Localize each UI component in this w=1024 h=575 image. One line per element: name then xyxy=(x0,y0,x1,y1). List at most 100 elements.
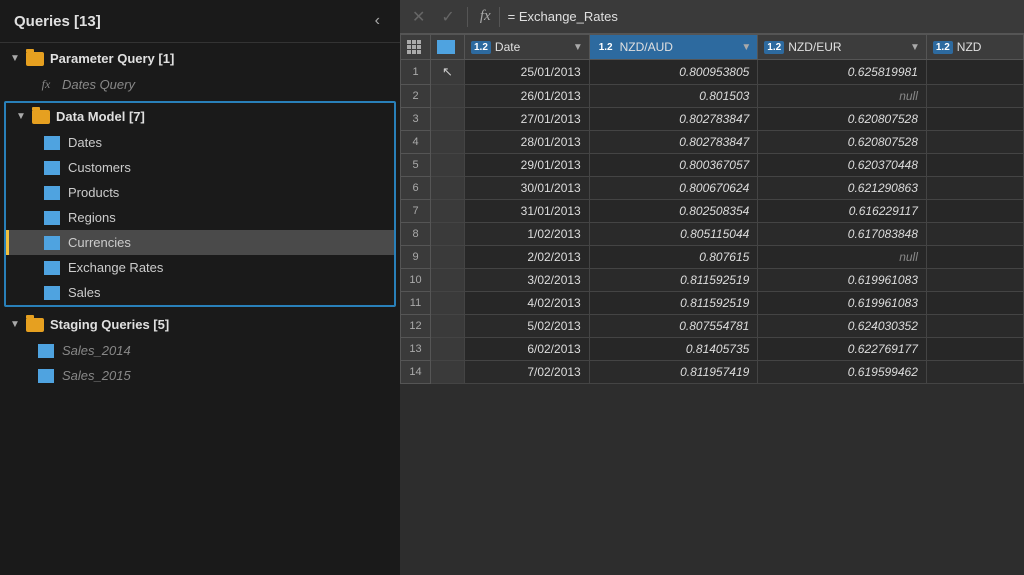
date-cell: 30/01/2013 xyxy=(465,177,590,200)
formula-input[interactable] xyxy=(508,9,1016,24)
table-row: 103/02/20130.8115925190.619961083 xyxy=(401,269,1024,292)
nzd-eur-cell: null xyxy=(758,246,927,269)
sidebar-title: Queries [13] xyxy=(14,13,101,30)
nzd-eur-cell: 0.621290863 xyxy=(758,177,927,200)
nzd-eur-cell: 0.624030352 xyxy=(758,315,927,338)
icon-cell xyxy=(431,108,465,131)
table-icon xyxy=(44,236,60,250)
table-row: 136/02/20130.814057350.622769177 xyxy=(401,338,1024,361)
date-cell: 2/02/2013 xyxy=(465,246,590,269)
date-col-header: 1.2 Date ▼ xyxy=(465,35,590,60)
icon-cell xyxy=(431,223,465,246)
staging-queries-header[interactable]: ▼ Staging Queries [5] xyxy=(0,311,400,338)
date-cell: 29/01/2013 xyxy=(465,154,590,177)
dates-item[interactable]: Dates xyxy=(6,130,394,155)
exchange-rates-item[interactable]: Exchange Rates xyxy=(6,255,394,280)
sales-2014-item[interactable]: Sales_2014 xyxy=(0,338,400,363)
date-cell: 25/01/2013 xyxy=(465,60,590,85)
currencies-item[interactable]: Currencies xyxy=(6,230,394,255)
row-number-cell: 2 xyxy=(401,85,431,108)
formula-bar: ✕ ✓ fx xyxy=(400,0,1024,34)
table-row: 731/01/20130.8025083540.616229117 xyxy=(401,200,1024,223)
nzd-eur-cell: 0.619961083 xyxy=(758,292,927,315)
table-icon xyxy=(44,186,60,200)
table-row: 327/01/20130.8027838470.620807528 xyxy=(401,108,1024,131)
sales-label: Sales xyxy=(68,285,101,300)
parameter-query-label: Parameter Query [1] xyxy=(50,51,174,66)
confirm-formula-button[interactable]: ✓ xyxy=(437,5,458,29)
row-number-cell: 13 xyxy=(401,338,431,361)
nzd-eur-col-dropdown[interactable]: ▼ xyxy=(910,42,920,53)
nzd-aud-cell: 0.81405735 xyxy=(589,338,758,361)
nzd-x-cell xyxy=(926,154,1023,177)
table-row: 114/02/20130.8115925190.619961083 xyxy=(401,292,1024,315)
date-cell: 5/02/2013 xyxy=(465,315,590,338)
nzd-aud-cell: 0.811957419 xyxy=(589,361,758,384)
nzd-eur-cell: 0.620807528 xyxy=(758,108,927,131)
icon-col-header xyxy=(431,35,465,60)
icon-cell xyxy=(431,246,465,269)
arrow-icon: ▼ xyxy=(16,111,26,122)
products-item[interactable]: Products xyxy=(6,180,394,205)
nzd-aud-col-type: 1.2 xyxy=(596,41,616,54)
table-row: 630/01/20130.8006706240.621290863 xyxy=(401,177,1024,200)
cursor-icon: ↖ xyxy=(442,64,453,79)
date-cell: 7/02/2013 xyxy=(465,361,590,384)
nzd-eur-col-type: 1.2 xyxy=(764,41,784,54)
sidebar-collapse-button[interactable]: ‹ xyxy=(369,10,386,32)
nzd-aud-cell: 0.811592519 xyxy=(589,269,758,292)
nzd-x-cell xyxy=(926,246,1023,269)
row-number-cell: 7 xyxy=(401,200,431,223)
dates-label: Dates xyxy=(68,135,102,150)
customers-label: Customers xyxy=(68,160,131,175)
date-col-dropdown[interactable]: ▼ xyxy=(573,42,583,53)
table-icon xyxy=(44,161,60,175)
nzd-aud-col-dropdown[interactable]: ▼ xyxy=(741,42,751,53)
row-number-cell: 1 xyxy=(401,60,431,85)
date-cell: 1/02/2013 xyxy=(465,223,590,246)
date-cell: 26/01/2013 xyxy=(465,85,590,108)
nzd-aud-cell: 0.807615 xyxy=(589,246,758,269)
main-area: ✕ ✓ fx xyxy=(400,0,1024,575)
table-icon xyxy=(38,344,54,358)
date-cell: 6/02/2013 xyxy=(465,338,590,361)
table-row: 529/01/20130.8003670570.620370448 xyxy=(401,154,1024,177)
data-model-group: ▼ Data Model [7] Dates Customers xyxy=(4,101,396,307)
nzd-eur-cell: 0.616229117 xyxy=(758,200,927,223)
dates-query-item[interactable]: fx Dates Query xyxy=(0,72,400,97)
cancel-formula-button[interactable]: ✕ xyxy=(408,5,429,29)
staging-queries-group: ▼ Staging Queries [5] Sales_2014 Sales_2… xyxy=(0,309,400,390)
grid-icon xyxy=(407,40,421,54)
nzd-x-col-type: 1.2 xyxy=(933,41,953,54)
sales-item[interactable]: Sales xyxy=(6,280,394,305)
nzd-aud-col-header: 1.2 NZD/AUD ▼ xyxy=(589,35,758,60)
nzd-eur-cell: 0.625819981 xyxy=(758,60,927,85)
data-model-header[interactable]: ▼ Data Model [7] xyxy=(6,103,394,130)
sales-2015-item[interactable]: Sales_2015 xyxy=(0,363,400,388)
table-body: 1↖25/01/20130.8009538050.625819981226/01… xyxy=(401,60,1024,384)
nzd-aud-cell: 0.800367057 xyxy=(589,154,758,177)
table-icon xyxy=(44,211,60,225)
icon-cell xyxy=(431,177,465,200)
fx-label: fx xyxy=(480,8,491,25)
regions-item[interactable]: Regions xyxy=(6,205,394,230)
date-cell: 27/01/2013 xyxy=(465,108,590,131)
data-table-wrapper: 1.2 Date ▼ 1.2 NZD/AUD ▼ xyxy=(400,34,1024,575)
icon-cell xyxy=(431,338,465,361)
icon-cell xyxy=(431,292,465,315)
parameter-query-header[interactable]: ▼ Parameter Query [1] xyxy=(0,45,400,72)
arrow-icon: ▼ xyxy=(10,53,20,64)
table-icon xyxy=(38,369,54,383)
nzd-aud-cell: 0.807554781 xyxy=(589,315,758,338)
icon-cell xyxy=(431,200,465,223)
table-row: 125/02/20130.8075547810.624030352 xyxy=(401,315,1024,338)
nzd-eur-col-name: NZD/EUR xyxy=(788,40,841,54)
date-cell: 3/02/2013 xyxy=(465,269,590,292)
sidebar: Queries [13] ‹ ▼ Parameter Query [1] fx … xyxy=(0,0,400,575)
data-table: 1.2 Date ▼ 1.2 NZD/AUD ▼ xyxy=(400,34,1024,384)
formula-separator-2 xyxy=(499,7,500,27)
table-row: 1↖25/01/20130.8009538050.625819981 xyxy=(401,60,1024,85)
nzd-eur-cell: 0.620807528 xyxy=(758,131,927,154)
date-cell: 31/01/2013 xyxy=(465,200,590,223)
customers-item[interactable]: Customers xyxy=(6,155,394,180)
